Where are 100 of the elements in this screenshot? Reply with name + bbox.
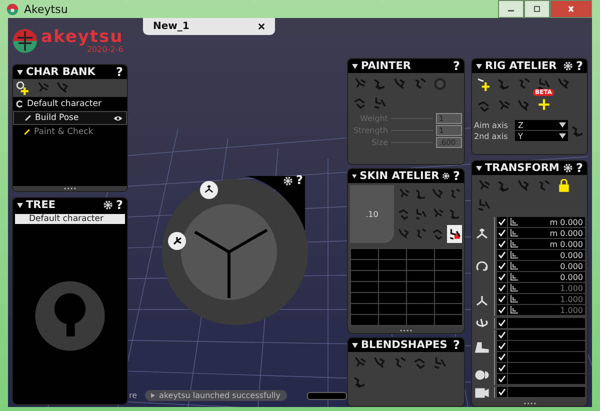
gear-icon[interactable] xyxy=(283,176,293,186)
window-title: Akeytsu xyxy=(24,2,68,16)
axis-icon xyxy=(510,306,518,314)
eye-icon[interactable] xyxy=(113,114,123,122)
panel-title: RIG ATELIER xyxy=(485,60,557,72)
figure-icon[interactable] xyxy=(537,77,551,91)
play-icon[interactable] xyxy=(151,393,156,398)
help-button[interactable]: ? xyxy=(453,60,460,72)
add-bone-icon[interactable] xyxy=(477,77,491,91)
panel-title: SKIN ATELIER xyxy=(360,170,440,182)
panel-header[interactable]: TRANSFORM ? xyxy=(472,161,587,175)
foot-icon[interactable] xyxy=(474,340,490,354)
axis-icon xyxy=(510,240,518,248)
transform-value-field[interactable] xyxy=(508,374,585,384)
panel-header[interactable]: RIG ATELIER ? xyxy=(472,59,587,73)
checkbox[interactable] xyxy=(497,374,507,384)
close-icon[interactable] xyxy=(258,23,265,30)
collapse-arrow-icon[interactable] xyxy=(352,63,358,69)
panel-title: TRANSFORM xyxy=(485,162,560,174)
panel-header[interactable]: CHAR BANK ? xyxy=(13,65,127,79)
panel-title: TREE xyxy=(26,199,56,211)
gear-icon[interactable] xyxy=(442,171,450,181)
spin-icon[interactable] xyxy=(474,316,490,330)
checkbox[interactable] xyxy=(497,330,507,340)
translate-icon[interactable] xyxy=(474,226,490,240)
collapse-arrow-icon[interactable] xyxy=(17,69,23,75)
transform-value-field[interactable]: 0.000 xyxy=(508,261,585,271)
panel-title: BLENDSHAPES xyxy=(361,339,448,351)
add-character-icon[interactable] xyxy=(16,81,30,95)
resize-grip-icon[interactable] xyxy=(63,187,77,190)
panel-header[interactable]: TREE ? xyxy=(13,198,127,212)
axis-dropdown[interactable]: Y xyxy=(515,131,568,141)
minimize-button[interactable] xyxy=(498,0,524,18)
panel-header[interactable]: BLENDSHAPES ? xyxy=(348,338,464,352)
version-label: 2020-2-6 xyxy=(86,46,124,54)
maximize-icon[interactable] xyxy=(532,5,542,13)
close-button[interactable] xyxy=(550,0,592,18)
balls-icon[interactable] xyxy=(474,367,490,381)
checkbox[interactable] xyxy=(497,239,507,249)
plus-icon[interactable] xyxy=(537,97,551,111)
lock-icon[interactable] xyxy=(557,179,571,193)
checkbox[interactable] xyxy=(497,363,507,373)
rotate-icon[interactable] xyxy=(474,260,490,274)
panel-header[interactable]: SKIN ATELIER ? xyxy=(348,169,464,183)
app-icon xyxy=(6,2,19,16)
help-button[interactable]: ? xyxy=(576,60,583,72)
collapse-arrow-icon[interactable] xyxy=(352,342,358,348)
character-list-item[interactable]: Default character xyxy=(13,98,127,110)
character-list-item[interactable]: Build Pose xyxy=(13,111,127,125)
help-button[interactable]: ? xyxy=(116,199,123,211)
transform-value-field[interactable]: m 0.000 xyxy=(508,228,585,238)
checkbox[interactable] xyxy=(497,217,507,227)
help-button[interactable]: ? xyxy=(116,66,123,78)
checkbox[interactable] xyxy=(497,341,507,351)
help-button[interactable]: ? xyxy=(453,339,460,351)
transform-value-field[interactable]: 0.000 xyxy=(508,272,585,282)
collapse-arrow-icon[interactable] xyxy=(17,202,23,208)
resize-grip-icon[interactable] xyxy=(399,329,413,332)
axis-icon xyxy=(510,251,518,259)
tree-item[interactable]: Default character xyxy=(15,214,125,224)
transform-value-field[interactable] xyxy=(508,330,585,340)
collapse-arrow-icon[interactable] xyxy=(476,63,482,69)
disc-icon[interactable] xyxy=(433,77,447,91)
transform-value-field[interactable]: 0.000 xyxy=(508,250,585,260)
axis-icon xyxy=(510,218,518,226)
maximize-button[interactable] xyxy=(524,0,550,18)
axis-icon xyxy=(510,229,518,237)
checkbox[interactable] xyxy=(497,228,507,238)
collapse-arrow-icon[interactable] xyxy=(476,165,482,171)
transform-value-field[interactable] xyxy=(508,318,585,328)
figure-icon[interactable] xyxy=(171,235,183,247)
collapse-arrow-icon[interactable] xyxy=(352,173,357,179)
transform-value-field[interactable] xyxy=(508,352,585,362)
checkbox[interactable] xyxy=(497,272,507,282)
checkbox[interactable] xyxy=(497,261,507,271)
character-list-item[interactable]: Paint & Check xyxy=(13,126,127,138)
transform-value-field[interactable]: m 0.000 xyxy=(508,239,585,249)
camera-icon[interactable] xyxy=(474,385,490,399)
transform-value-field[interactable]: m 0.000 xyxy=(508,217,585,227)
checkbox[interactable] xyxy=(497,318,507,328)
transform-value-field[interactable] xyxy=(508,363,585,373)
axis-dropdown[interactable]: Z xyxy=(515,120,568,130)
viewport-hint-text: re xyxy=(129,391,138,400)
resize-grip-icon[interactable] xyxy=(522,402,536,405)
checkbox[interactable] xyxy=(497,250,507,260)
gear-icon[interactable] xyxy=(563,163,574,173)
help-button[interactable]: ? xyxy=(453,170,460,182)
axis-icon xyxy=(510,284,518,292)
checkbox[interactable] xyxy=(497,386,507,396)
gear-icon[interactable] xyxy=(563,61,574,71)
help-button[interactable]: ? xyxy=(296,174,303,186)
panel-title: PAINTER xyxy=(361,60,411,72)
transform-value-field[interactable] xyxy=(508,386,585,396)
transform-value-field[interactable] xyxy=(508,341,585,351)
document-tab[interactable]: New_1 xyxy=(143,18,275,35)
checkbox[interactable] xyxy=(497,352,507,362)
axis-label: Aim axis xyxy=(474,120,510,130)
help-button[interactable]: ? xyxy=(576,162,583,174)
panel-header[interactable]: PAINTER ? xyxy=(348,59,464,73)
gear-icon[interactable] xyxy=(103,200,114,210)
